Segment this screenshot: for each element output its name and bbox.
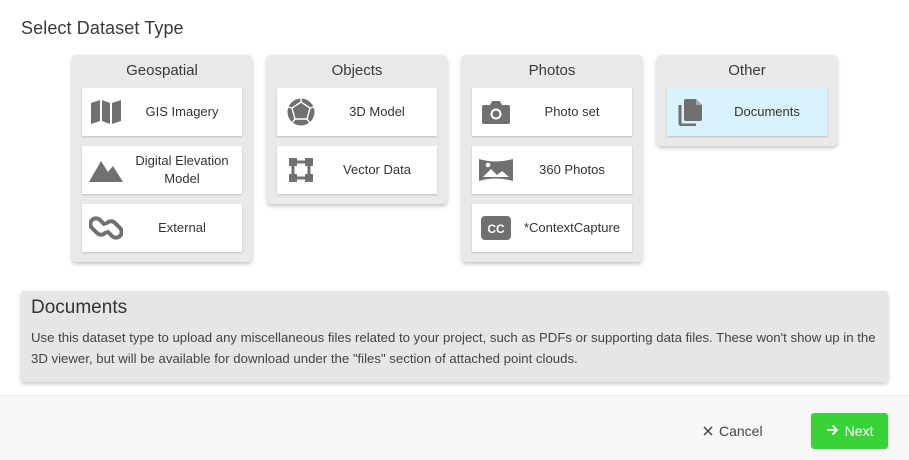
dataset-card-digital-elevation-model[interactable]: Digital Elevation Model — [82, 146, 242, 194]
dataset-card-gis-imagery[interactable]: GIS Imagery — [82, 88, 242, 136]
card-label: Photo set — [544, 104, 600, 119]
card-label: *ContextCapture — [523, 220, 621, 235]
dialog-footer: Cancel Next — [0, 395, 909, 460]
next-button[interactable]: Next — [811, 413, 888, 449]
cancel-button[interactable]: Cancel — [703, 416, 763, 446]
group-other: Other Documents — [657, 55, 837, 146]
card-label: Digital Elevation Model — [135, 153, 229, 186]
vector-shape-icon — [277, 146, 323, 194]
group-title: Other — [728, 62, 766, 79]
map-icon — [82, 88, 128, 136]
description-title: Documents — [31, 297, 128, 318]
dataset-card-external[interactable]: External — [82, 204, 242, 252]
group-photos: Photos Photo set 360 Photos CC *ContextC… — [462, 55, 642, 262]
cc-icon: CC — [472, 204, 518, 252]
card-label: External — [158, 220, 206, 235]
card-label: Documents — [734, 104, 800, 119]
documents-icon — [667, 88, 713, 136]
group-title: Photos — [528, 62, 576, 79]
card-label: 3D Model — [349, 104, 405, 119]
link-icon — [82, 204, 128, 252]
dataset-card-3d-model[interactable]: 3D Model — [277, 88, 437, 136]
dataset-card-vector-data[interactable]: Vector Data — [277, 146, 437, 194]
mountain-icon — [82, 146, 128, 194]
group-objects: Objects 3D Model Vector Data — [267, 55, 447, 204]
dataset-card-contextcapture[interactable]: CC *ContextCapture — [472, 204, 632, 252]
dataset-card-photo-set[interactable]: Photo set — [472, 88, 632, 136]
polyhedron-icon — [277, 88, 323, 136]
card-label: 360 Photos — [539, 162, 605, 177]
arrow-right-icon — [826, 423, 839, 439]
camera-icon — [472, 88, 518, 136]
next-label: Next — [844, 423, 874, 439]
cancel-label: Cancel — [719, 423, 763, 439]
page-title: Select Dataset Type — [21, 18, 184, 38]
group-title: Objects — [331, 62, 383, 79]
card-label: Vector Data — [343, 162, 411, 177]
panorama-icon — [472, 146, 518, 194]
dataset-card-documents[interactable]: Documents — [667, 88, 827, 136]
description-panel: Documents Use this dataset type to uploa… — [21, 291, 888, 382]
dataset-card-360-photos[interactable]: 360 Photos — [472, 146, 632, 194]
card-label: GIS Imagery — [145, 104, 219, 119]
description-text: Use this dataset type to upload any misc… — [31, 330, 876, 366]
cc-icon-text: CC — [487, 222, 505, 236]
group-geospatial: Geospatial GIS Imagery Digital Elevation… — [72, 55, 252, 262]
close-icon — [703, 423, 713, 439]
group-title: Geospatial — [126, 62, 198, 79]
